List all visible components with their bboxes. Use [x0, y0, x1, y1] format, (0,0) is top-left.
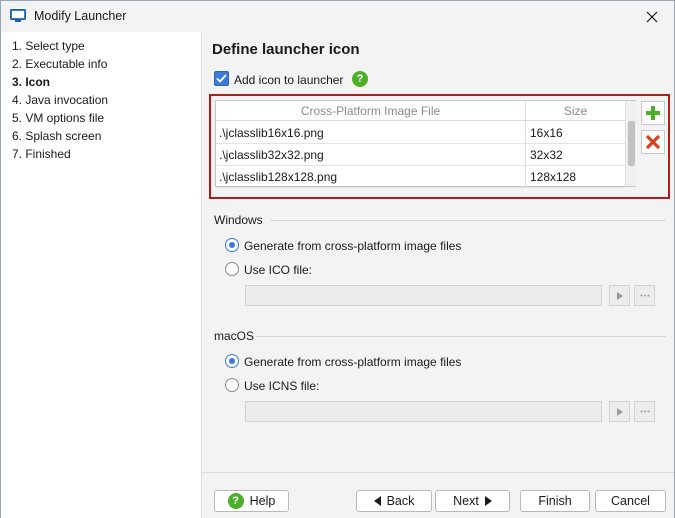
macos-generate-label[interactable]: Generate from cross-platform image files	[244, 355, 461, 369]
content-panel: Define launcher icon Add icon to launche…	[202, 32, 674, 518]
next-button[interactable]: Next	[435, 490, 510, 512]
window-title: Modify Launcher	[34, 9, 127, 23]
next-button-label: Next	[453, 494, 479, 508]
footer-divider	[202, 472, 674, 473]
column-header-size[interactable]: Size	[526, 104, 625, 118]
cell-file: .\jclasslib16x16.png	[219, 126, 324, 140]
help-icon: ?	[227, 493, 244, 509]
windows-generate-label[interactable]: Generate from cross-platform image files	[244, 239, 461, 253]
close-icon	[646, 11, 657, 22]
windows-ico-label[interactable]: Use ICO file:	[244, 263, 312, 277]
add-icon-label[interactable]: Add icon to launcher	[234, 73, 343, 87]
scrollbar-thumb[interactable]	[628, 121, 635, 166]
macos-icns-label[interactable]: Use ICNS file:	[244, 379, 319, 393]
windows-group-divider	[270, 220, 666, 221]
add-icon-checkbox[interactable]	[214, 71, 229, 86]
macos-generate-radio[interactable]	[225, 354, 239, 368]
table-row[interactable]: .\jclasslib32x32.png 32x32	[216, 144, 625, 166]
icns-open-button[interactable]	[609, 401, 630, 422]
step-java-invocation[interactable]: 4. Java invocation	[12, 93, 108, 107]
windows-group-label: Windows	[214, 213, 263, 227]
table-header: Cross-Platform Image File Size	[216, 101, 625, 121]
triangle-left-icon	[373, 496, 381, 506]
cancel-button-label: Cancel	[611, 494, 650, 508]
windows-generate-radio[interactable]	[225, 238, 239, 252]
cell-size: 16x16	[530, 126, 563, 140]
column-divider	[525, 101, 526, 188]
ellipsis-icon	[640, 294, 649, 297]
finish-button-label: Finish	[538, 494, 572, 508]
help-button-label: Help	[249, 494, 276, 508]
table-row[interactable]: .\jclasslib16x16.png 16x16	[216, 122, 625, 144]
close-button[interactable]	[629, 1, 674, 32]
step-icon[interactable]: 3. Icon	[12, 75, 50, 89]
ico-file-input[interactable]	[245, 285, 602, 306]
help-icon[interactable]: ?	[352, 71, 368, 87]
x-icon	[645, 134, 661, 150]
monitor-icon	[10, 9, 26, 22]
remove-image-button[interactable]	[641, 130, 665, 154]
back-button[interactable]: Back	[356, 490, 432, 512]
help-button[interactable]: ? Help	[214, 490, 289, 512]
cell-file: .\jclasslib32x32.png	[219, 148, 324, 162]
cell-file: .\jclasslib128x128.png	[219, 170, 338, 184]
finish-button[interactable]: Finish	[520, 490, 590, 512]
modify-launcher-window: Modify Launcher 1. Select type 2. Execut…	[0, 0, 675, 518]
ellipsis-icon	[640, 410, 649, 413]
plus-icon	[646, 106, 660, 120]
macos-icns-radio[interactable]	[225, 378, 239, 392]
step-splash-screen[interactable]: 6. Splash screen	[12, 129, 101, 143]
table-scrollbar[interactable]	[625, 101, 636, 186]
cancel-button[interactable]: Cancel	[595, 490, 666, 512]
triangle-right-icon	[484, 496, 492, 506]
macos-group-divider	[256, 336, 666, 337]
checkmark-icon	[216, 74, 227, 83]
cell-size: 32x32	[530, 148, 563, 162]
icns-browse-button[interactable]	[634, 401, 655, 422]
image-file-table: Cross-Platform Image File Size .\jclassl…	[215, 100, 636, 188]
icns-file-input[interactable]	[245, 401, 602, 422]
step-sidebar: 1. Select type 2. Executable info 3. Ico…	[1, 32, 202, 518]
back-button-label: Back	[386, 494, 415, 508]
step-select-type[interactable]: 1. Select type	[12, 39, 85, 53]
add-image-button[interactable]	[641, 101, 665, 125]
title-bar: Modify Launcher	[1, 1, 674, 32]
page-title: Define launcher icon	[212, 41, 360, 58]
step-finished[interactable]: 7. Finished	[12, 147, 71, 161]
ico-browse-button[interactable]	[634, 285, 655, 306]
triangle-right-icon	[616, 407, 623, 416]
triangle-right-icon	[616, 291, 623, 300]
step-vm-options-file[interactable]: 5. VM options file	[12, 111, 104, 125]
table-row[interactable]: .\jclasslib128x128.png 128x128	[216, 166, 625, 188]
macos-group-label: macOS	[214, 329, 255, 343]
step-executable-info[interactable]: 2. Executable info	[12, 57, 107, 71]
ico-open-button[interactable]	[609, 285, 630, 306]
cell-size: 128x128	[530, 170, 577, 184]
windows-ico-radio[interactable]	[225, 262, 239, 276]
column-header-file[interactable]: Cross-Platform Image File	[216, 104, 525, 118]
